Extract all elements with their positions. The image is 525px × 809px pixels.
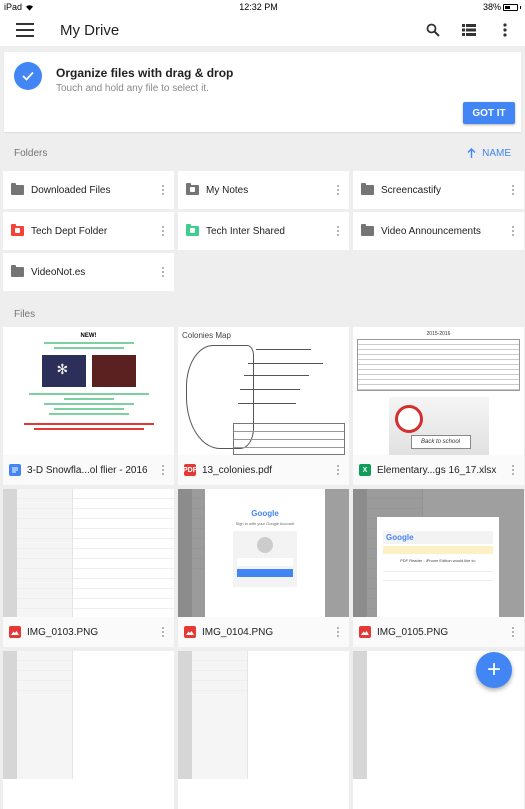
file-item-partial[interactable]	[3, 651, 174, 809]
more-vert-icon[interactable]	[160, 185, 166, 195]
search-icon[interactable]	[425, 22, 441, 38]
folder-item[interactable]: Tech Dept Folder	[3, 212, 174, 250]
shared-folder-icon	[11, 224, 24, 236]
file-grid: NEW! 3-D Snowfla...ol flier - 2016	[0, 327, 525, 809]
image-icon	[359, 626, 371, 638]
more-vert-icon[interactable]	[510, 226, 516, 236]
more-vert-icon[interactable]	[160, 465, 166, 475]
got-it-button[interactable]: GOT IT	[463, 102, 515, 124]
pdf-icon: PDF	[183, 464, 197, 476]
file-thumbnail: Google PDF Reader - iPhone Edition would…	[353, 489, 524, 617]
folder-name: Video Announcements	[381, 225, 481, 237]
folder-name: Tech Dept Folder	[31, 225, 108, 237]
more-vert-icon[interactable]	[335, 465, 341, 475]
file-item[interactable]: 2015-2016 Back to school X Elementary...…	[353, 327, 524, 485]
more-vert-icon[interactable]	[160, 267, 166, 277]
file-name: 3-D Snowfla...ol flier - 2016	[27, 464, 148, 476]
folder-grid: Downloaded Files My Notes Screencastify …	[0, 168, 525, 291]
status-bar: iPad 12:32 PM 38%	[0, 0, 525, 14]
file-name: 13_colonies.pdf	[202, 464, 273, 476]
battery-percent: 38%	[482, 2, 501, 12]
arrow-up-icon	[467, 148, 476, 158]
more-vert-icon[interactable]	[510, 627, 516, 637]
add-icon: +	[486, 656, 501, 683]
drag-drop-tip-card: Organize files with drag & drop Touch an…	[4, 52, 521, 132]
folder-name: Tech Inter Shared	[206, 225, 285, 237]
more-vert-icon[interactable]	[510, 185, 516, 195]
folder-icon	[11, 183, 24, 195]
folder-item[interactable]: My Notes	[178, 171, 349, 209]
files-header: Files	[0, 301, 525, 327]
sort-label: NAME	[482, 147, 511, 159]
menu-icon[interactable]	[16, 23, 34, 37]
folder-item[interactable]: Downloaded Files	[3, 171, 174, 209]
folders-header: Folders NAME	[0, 138, 525, 168]
file-name: IMG_0105.PNG	[377, 626, 449, 638]
folder-name: My Notes	[206, 184, 249, 196]
file-thumbnail: NEW!	[3, 327, 174, 455]
folder-item[interactable]: Video Announcements	[353, 212, 524, 250]
file-item-partial[interactable]	[178, 651, 349, 809]
app-bar: My Drive	[0, 14, 525, 46]
file-item[interactable]: IMG_0103.PNG	[3, 489, 174, 647]
sort-by-name-button[interactable]: NAME	[467, 148, 511, 159]
clock: 12:32 PM	[239, 2, 278, 12]
file-thumbnail: Colonies Map	[178, 327, 349, 455]
folder-name: Screencastify	[381, 184, 442, 196]
shared-folder-icon	[186, 183, 199, 195]
file-name: Elementary...gs 16_17.xlsx	[377, 464, 497, 476]
file-name: IMG_0103.PNG	[27, 626, 99, 638]
image-icon	[184, 626, 196, 638]
image-icon	[9, 626, 21, 638]
folder-icon	[361, 224, 374, 236]
folder-name: VideoNot.es	[31, 266, 86, 278]
file-thumbnail	[3, 489, 174, 617]
file-thumbnail: 2015-2016 Back to school	[353, 327, 524, 455]
folder-item[interactable]: Tech Inter Shared	[178, 212, 349, 250]
more-vert-icon[interactable]	[335, 627, 341, 637]
more-vert-icon[interactable]	[335, 185, 341, 195]
folder-icon	[361, 183, 374, 195]
folder-icon	[11, 265, 24, 277]
file-thumbnail: Google Sign in with your Google Account	[178, 489, 349, 617]
folder-item[interactable]: Screencastify	[353, 171, 524, 209]
doc-icon	[9, 464, 21, 476]
file-name: IMG_0104.PNG	[202, 626, 274, 638]
files-label: Files	[14, 308, 36, 320]
folders-label: Folders	[14, 147, 48, 159]
file-item[interactable]: Google PDF Reader - iPhone Edition would…	[353, 489, 524, 647]
more-vert-icon[interactable]	[510, 465, 516, 475]
file-item[interactable]: Colonies Map PDF 13_colonies.pdf	[178, 327, 349, 485]
more-vert-icon[interactable]	[160, 226, 166, 236]
battery-icon	[503, 3, 518, 11]
more-vert-icon[interactable]	[335, 226, 341, 236]
folder-name: Downloaded Files	[31, 184, 111, 196]
list-view-icon[interactable]	[461, 22, 477, 38]
more-vert-icon[interactable]	[160, 627, 166, 637]
shared-folder-icon	[186, 224, 199, 236]
folder-item[interactable]: VideoNot.es	[3, 253, 174, 291]
tip-title: Organize files with drag & drop	[56, 66, 234, 80]
check-icon	[14, 62, 42, 90]
more-vert-icon[interactable]	[497, 22, 513, 38]
page-title: My Drive	[60, 21, 120, 39]
tip-subtitle: Touch and hold any file to select it.	[56, 83, 209, 94]
wifi-icon	[26, 4, 34, 11]
device-label: iPad	[4, 2, 23, 12]
add-button[interactable]: +	[476, 652, 512, 688]
file-item[interactable]: Google Sign in with your Google Account …	[178, 489, 349, 647]
file-item[interactable]: NEW! 3-D Snowfla...ol flier - 2016	[3, 327, 174, 485]
spreadsheet-icon: X	[359, 464, 371, 476]
